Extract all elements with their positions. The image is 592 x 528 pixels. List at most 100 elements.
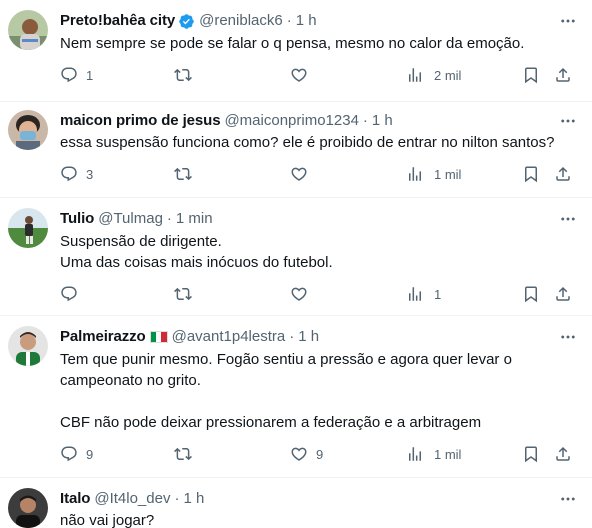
like-button[interactable]	[290, 164, 316, 184]
avatar[interactable]	[8, 10, 48, 50]
view-count: 1 mil	[434, 166, 462, 182]
timestamp[interactable]: 1 min	[176, 209, 213, 229]
tweet-actions: 1	[52, 284, 580, 304]
retweet-button[interactable]	[174, 284, 200, 304]
timestamp[interactable]: 1 h	[298, 327, 319, 347]
more-icon	[559, 210, 577, 228]
separator-dot: ·	[174, 490, 180, 507]
verified-badge-icon	[179, 13, 194, 29]
avatar[interactable]	[8, 110, 48, 150]
display-name[interactable]: Palmeirazzo	[60, 327, 146, 347]
tweet-actions: 3 1 mil	[52, 164, 580, 184]
tweet-reniblack6[interactable]: Preto!bahêa city @reniblack6 · 1 h Nem s…	[0, 0, 592, 102]
separator-dot: ·	[289, 328, 295, 345]
separator-dot: ·	[362, 112, 368, 129]
tweet-actions: 1 2 mil	[52, 65, 580, 85]
like-button[interactable]	[290, 65, 316, 85]
views-button[interactable]: 1 mil	[406, 164, 461, 184]
avatar[interactable]	[8, 326, 48, 366]
like-button[interactable]: 9	[290, 444, 323, 464]
bookmark-button[interactable]	[522, 164, 540, 184]
tweet-actions: 9 9 1 mil	[52, 444, 580, 464]
retweet-icon	[174, 165, 192, 183]
tweet-text: não vai jogar?	[60, 512, 155, 528]
tweet-maiconprimo1234[interactable]: maicon primo de jesus @maiconprimo1234 ·…	[0, 102, 592, 198]
views-button[interactable]: 1 mil	[406, 444, 461, 464]
reply-count: 1	[86, 67, 94, 83]
handle[interactable]: @avant1p4lestra	[172, 327, 286, 347]
reply-icon	[60, 66, 78, 84]
share-icon	[554, 66, 572, 84]
bookmark-button[interactable]	[522, 284, 540, 304]
retweet-button[interactable]	[174, 444, 200, 464]
share-button[interactable]	[554, 65, 572, 85]
reply-count: 3	[86, 166, 94, 182]
retweet-button[interactable]	[174, 164, 200, 184]
handle[interactable]: @maiconprimo1234	[224, 111, 358, 131]
views-icon	[406, 445, 424, 463]
like-button[interactable]	[290, 284, 316, 304]
more-options-button[interactable]	[558, 209, 578, 229]
like-icon	[290, 165, 308, 183]
bookmark-icon	[522, 66, 540, 84]
timestamp[interactable]: 1 h	[183, 489, 204, 509]
avatar[interactable]	[8, 208, 48, 248]
more-icon	[559, 12, 577, 30]
handle[interactable]: @reniblack6	[199, 11, 283, 31]
tweet-text: Tem que punir mesmo. Fogão sentiu a pres…	[60, 351, 512, 431]
more-icon	[559, 490, 577, 508]
share-button[interactable]	[554, 164, 572, 184]
views-button[interactable]: 1	[406, 284, 441, 304]
display-name[interactable]: Preto!bahêa city	[60, 11, 175, 31]
handle[interactable]: @Tulmag	[98, 209, 163, 229]
views-icon	[406, 165, 424, 183]
tweet-tulmag[interactable]: Tulio @Tulmag · 1 min Suspensão de dirig…	[0, 198, 592, 316]
tweet-text: Suspensão de dirigente. Uma das coisas m…	[60, 233, 333, 271]
reply-button[interactable]: 3	[60, 164, 93, 184]
reply-button[interactable]: 9	[60, 444, 93, 464]
italy-flag-icon	[149, 331, 168, 343]
timestamp[interactable]: 1 h	[372, 111, 393, 131]
share-button[interactable]	[554, 444, 572, 464]
tweet-it4lo-dev[interactable]: Italo @It4lo_dev · 1 h não vai jogar?	[0, 478, 592, 528]
tweet-avant1p4lestra[interactable]: Palmeirazzo @avant1p4lestra · 1 h Tem qu…	[0, 316, 592, 478]
share-icon	[554, 285, 572, 303]
reply-icon	[60, 445, 78, 463]
bookmark-icon	[522, 285, 540, 303]
like-icon	[290, 66, 308, 84]
retweet-button[interactable]	[174, 65, 200, 85]
retweet-icon	[174, 66, 192, 84]
bookmark-icon	[522, 445, 540, 463]
more-options-button[interactable]	[558, 489, 578, 509]
timestamp[interactable]: 1 h	[296, 11, 317, 31]
like-count: 9	[316, 446, 324, 462]
more-options-button[interactable]	[558, 111, 578, 131]
avatar[interactable]	[8, 488, 48, 528]
reply-button[interactable]	[60, 284, 86, 304]
display-name[interactable]: Tulio	[60, 209, 94, 229]
reply-icon	[60, 165, 78, 183]
bookmark-button[interactable]	[522, 65, 540, 85]
tweet-text: essa suspensão funciona como? ele é proi…	[60, 134, 555, 151]
handle[interactable]: @It4lo_dev	[94, 489, 170, 509]
reply-timeline: Preto!bahêa city @reniblack6 · 1 h Nem s…	[0, 0, 592, 528]
display-name[interactable]: maicon primo de jesus	[60, 111, 221, 131]
reply-button[interactable]: 1	[60, 65, 93, 85]
reply-count: 9	[86, 446, 94, 462]
more-options-button[interactable]	[558, 327, 578, 347]
bookmark-icon	[522, 165, 540, 183]
separator-dot: ·	[166, 210, 172, 227]
tweet-text: Nem sempre se pode se falar o q pensa, m…	[60, 35, 525, 52]
like-icon	[290, 445, 308, 463]
reply-icon	[60, 285, 78, 303]
share-button[interactable]	[554, 284, 572, 304]
more-icon	[559, 112, 577, 130]
display-name[interactable]: Italo	[60, 489, 90, 509]
views-icon	[406, 66, 424, 84]
view-count: 1 mil	[434, 446, 462, 462]
bookmark-button[interactable]	[522, 444, 540, 464]
retweet-icon	[174, 445, 192, 463]
more-options-button[interactable]	[558, 11, 578, 31]
views-button[interactable]: 2 mil	[406, 65, 461, 85]
like-icon	[290, 285, 308, 303]
